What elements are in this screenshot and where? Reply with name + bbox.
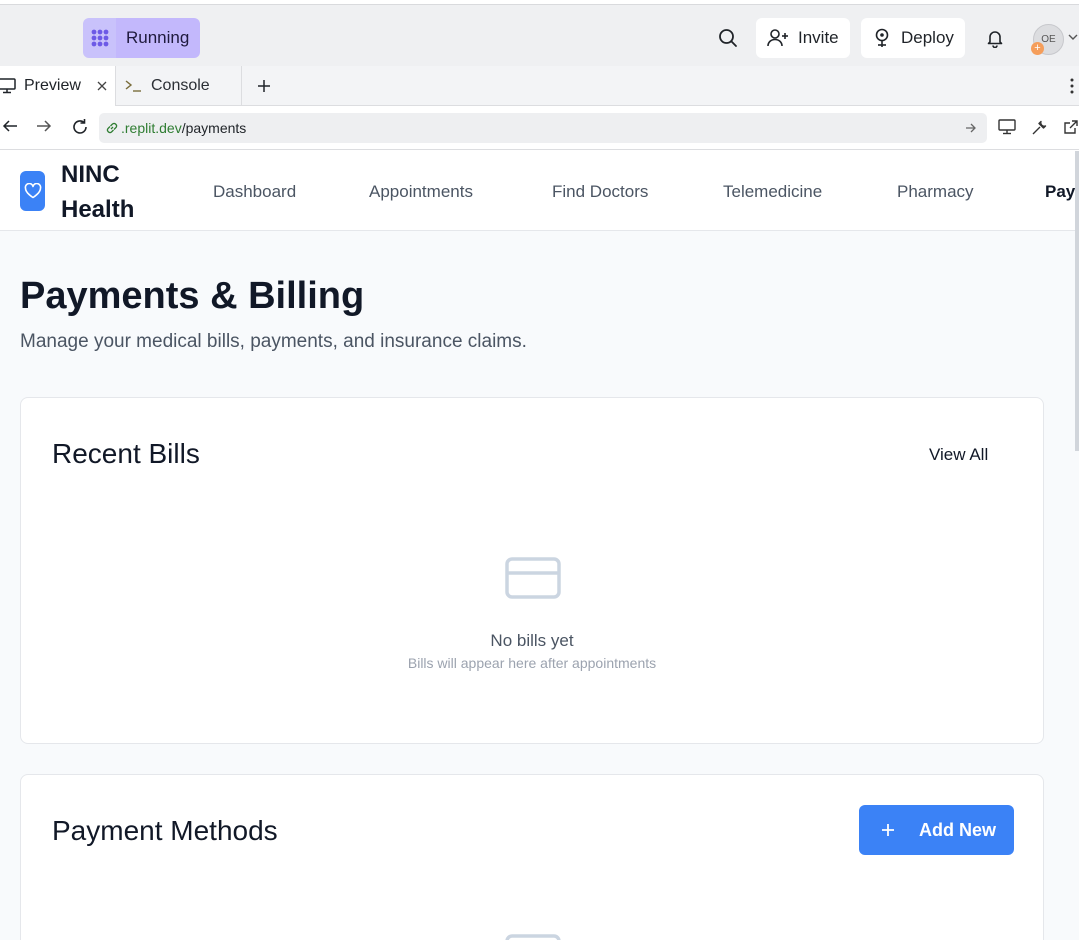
recent-bills-card: Recent Bills View All No bills yet Bills… — [20, 397, 1044, 744]
tab-preview[interactable]: Preview — [0, 66, 116, 106]
open-external-icon[interactable] — [1063, 119, 1079, 135]
brand-line-1: NINC — [61, 161, 120, 188]
app-header: NINC Health Dashboard Appointments Find … — [0, 151, 1079, 231]
terminal-icon — [125, 80, 141, 92]
nav-telemedicine[interactable]: Telemedicine — [723, 182, 822, 202]
payment-methods-card: Payment Methods Add New — [20, 774, 1044, 940]
tab-console[interactable]: Console — [117, 66, 242, 106]
empty-state-title: No bills yet — [490, 631, 574, 650]
logo-badge — [20, 171, 45, 211]
wrench-icon[interactable] — [1031, 119, 1048, 136]
reload-icon[interactable] — [71, 118, 89, 136]
nav-dashboard[interactable]: Dashboard — [213, 182, 296, 202]
chevron-down-icon[interactable] — [1068, 33, 1078, 41]
go-arrow-icon[interactable] — [965, 122, 977, 134]
forward-arrow-icon[interactable] — [36, 118, 52, 134]
add-new-button[interactable]: Add New — [859, 805, 1014, 855]
nav-find-doctors[interactable]: Find Doctors — [552, 182, 648, 202]
payment-methods-title: Payment Methods — [52, 815, 278, 846]
workspace-topbar: Running Invite Deploy OE + — [0, 4, 1079, 66]
url-field[interactable]: .replit.dev /payments — [99, 113, 987, 143]
deploy-label: Deploy — [901, 28, 954, 47]
credit-card-icon — [505, 934, 561, 940]
link-icon — [106, 122, 118, 134]
invite-button[interactable]: Invite — [756, 18, 850, 58]
deploy-button[interactable]: Deploy — [861, 18, 965, 58]
deploy-icon — [875, 28, 889, 47]
app-preview: NINC Health Dashboard Appointments Find … — [0, 151, 1079, 940]
search-button[interactable] — [708, 18, 748, 58]
back-arrow-icon[interactable] — [2, 118, 18, 134]
url-domain: .replit.dev — [121, 120, 182, 136]
device-preview-icon[interactable] — [998, 119, 1016, 135]
add-user-icon — [767, 29, 788, 47]
tab-preview-label: Preview — [24, 77, 81, 94]
brand-line-2: Health — [61, 196, 135, 223]
url-toolbar: .replit.dev /payments — [0, 106, 1079, 150]
bell-icon — [987, 31, 1003, 48]
plus-icon — [882, 824, 894, 836]
heart-icon — [24, 183, 41, 199]
more-vertical-icon[interactable] — [1069, 78, 1075, 94]
run-control[interactable]: Running — [83, 18, 201, 58]
invite-label: Invite — [798, 28, 839, 47]
close-icon[interactable] — [97, 81, 107, 91]
empty-state-subtitle: Bills will appear here after appointment… — [407, 655, 657, 671]
search-icon — [719, 29, 737, 47]
recent-bills-title: Recent Bills — [52, 438, 200, 469]
add-new-label: Add New — [919, 819, 997, 840]
tab-console-label: Console — [151, 77, 210, 94]
tab-bar: Preview Console — [0, 66, 1079, 106]
replit-logo-icon — [83, 18, 116, 58]
running-button[interactable]: Running — [116, 18, 201, 58]
view-all-link[interactable]: View All — [929, 445, 988, 465]
scrollbar[interactable] — [1075, 151, 1079, 451]
page-subtitle: Manage your medical bills, payments, and… — [20, 331, 527, 352]
monitor-icon — [0, 78, 16, 94]
url-path: /payments — [181, 120, 247, 136]
brand-name[interactable]: NINC Health — [61, 157, 161, 227]
new-tab-plus-icon[interactable] — [257, 79, 271, 93]
nav-appointments[interactable]: Appointments — [369, 182, 473, 202]
page-title: Payments & Billing — [20, 275, 365, 317]
nav-pharmacy[interactable]: Pharmacy — [897, 182, 974, 202]
nav-payments[interactable]: Pay — [1045, 182, 1075, 202]
credit-card-icon — [505, 557, 561, 599]
notifications-button[interactable] — [975, 18, 1015, 58]
avatar-status-badge: + — [1031, 42, 1044, 55]
